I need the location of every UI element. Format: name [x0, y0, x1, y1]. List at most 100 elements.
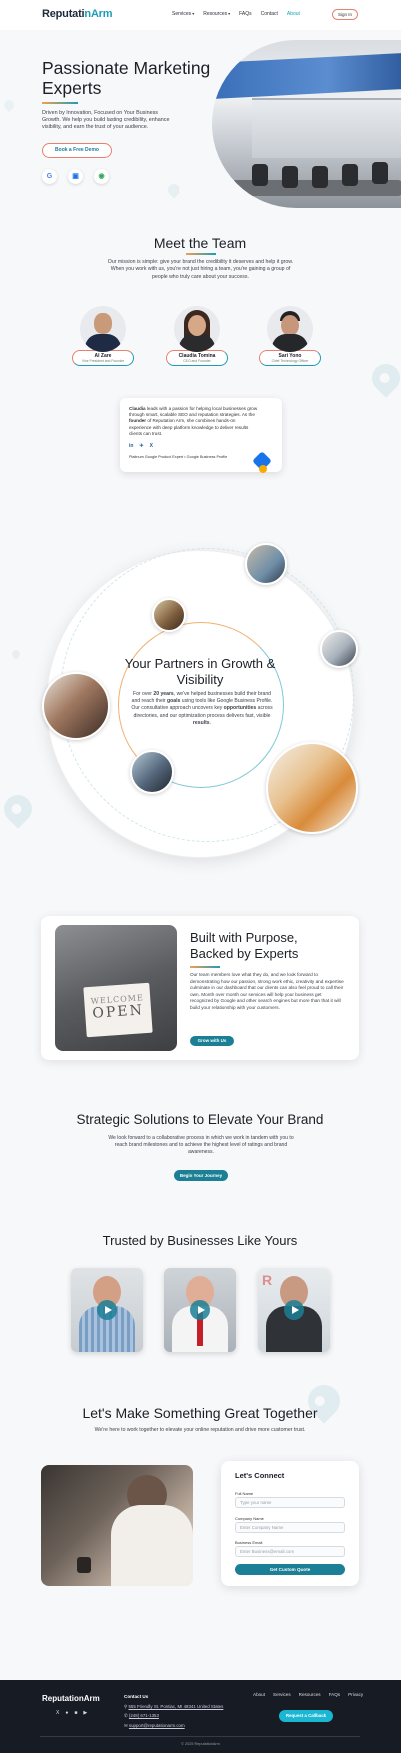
request-callback-button[interactable]: Request a Callback — [279, 1710, 333, 1722]
testimonial-video[interactable] — [164, 1268, 236, 1352]
footer-link-privacy[interactable]: Privacy — [348, 1692, 363, 1697]
partner-photo-bubble — [266, 742, 358, 834]
purpose-divider — [190, 966, 220, 968]
chevron-down-icon: ▾ — [228, 11, 231, 16]
form-title: Let's Connect — [235, 1471, 285, 1480]
purpose-text: Our team members love what they do, and … — [190, 972, 344, 1010]
footer-link-about[interactable]: About — [253, 1692, 265, 1697]
partner-photo-bubble — [130, 750, 174, 794]
partners-description: For over 20 years, we've helped business… — [131, 691, 273, 726]
book-demo-button[interactable]: Book a Free Demo — [42, 143, 112, 158]
map-pin-decoration — [1, 97, 17, 113]
google-icon: G — [42, 169, 57, 184]
bluesky-icon[interactable]: ✈ — [139, 443, 143, 449]
avatar — [267, 306, 313, 352]
footer-email[interactable]: support@reputationarm.com — [129, 1723, 185, 1728]
begin-journey-button[interactable]: Begin Your Journey — [174, 1170, 228, 1181]
team-member-card[interactable]: Sari Yono Chief Technology Officer — [259, 306, 321, 366]
strategic-title: Strategic Solutions to Elevate Your Bran… — [76, 1112, 324, 1127]
member-name: Claudia Tomina — [178, 353, 216, 359]
member-bio-card: Claudia leads with a passion for helping… — [120, 398, 282, 473]
team-divider — [186, 253, 216, 255]
play-icon[interactable] — [284, 1300, 304, 1320]
sign-in-button[interactable]: Sign In — [332, 9, 358, 20]
meeting-image — [41, 1465, 193, 1586]
linkedin-icon[interactable]: ■ — [74, 1710, 77, 1716]
footer-link-services[interactable]: Services — [273, 1692, 291, 1697]
bio-text: Claudia leads with a passion for helping… — [129, 406, 258, 436]
partners-title: Your Partners in Growth & Visibility — [124, 656, 276, 687]
nav-menu: Services ▾ Resources ▾ FAQs Contact About — [172, 11, 300, 17]
footer-contact-heading: Contact Us — [124, 1694, 149, 1699]
footer-link-faqs[interactable]: FAQs — [329, 1692, 341, 1697]
team-description: Our mission is simple: give your brand t… — [107, 259, 294, 280]
play-icon[interactable] — [97, 1300, 117, 1320]
full-name-label: Full Name — [235, 1491, 254, 1496]
business-email-label: Business Email — [235, 1540, 263, 1545]
hero-title: Passionate Marketing Experts — [42, 58, 211, 98]
nav-link-resources[interactable]: Resources — [203, 11, 227, 17]
x-icon[interactable]: X — [150, 443, 153, 449]
avatar — [80, 306, 126, 352]
footer: ReputationArm X ● ■ ▶ Contact Us ⚲ 555 F… — [0, 1680, 401, 1753]
partner-photo-bubble — [42, 672, 110, 740]
company-name-label: Company Name — [235, 1516, 264, 1521]
partner-photo-bubble — [152, 598, 186, 632]
testimonial-video[interactable]: R — [258, 1268, 330, 1352]
footer-address[interactable]: 555 Friendly St. Pontiac, MI 48341 Unite… — [128, 1704, 223, 1709]
testimonial-video[interactable] — [71, 1268, 143, 1352]
full-name-input[interactable]: Type your name — [235, 1497, 345, 1508]
contact-title: Let's Make Something Great Together — [82, 1405, 318, 1421]
footer-contact: Contact Us ⚲ 555 Friendly St. Pontiac, M… — [124, 1692, 223, 1730]
map-pin-decoration — [366, 358, 401, 398]
grow-with-us-button[interactable]: Grow with Us — [190, 1036, 234, 1046]
nav-link-faqs[interactable]: FAQs — [239, 11, 252, 17]
chevron-down-icon: ▾ — [192, 11, 195, 16]
footer-phone[interactable]: (248) 671-1353 — [129, 1713, 159, 1718]
open-sign-image: WELCOME OPEN — [55, 925, 177, 1051]
top-navbar: ReputatinArm Services ▾ Resources ▾ FAQs C… — [0, 0, 401, 30]
footer-link-resources[interactable]: Resources — [299, 1692, 321, 1697]
hero-office-image — [212, 40, 401, 208]
avatar — [174, 306, 220, 352]
bio-socials: in ✈ X — [129, 443, 153, 449]
bio-credential: Platinum Google Product Expert • Google … — [129, 455, 228, 459]
purpose-title: Built with Purpose, Backed by Experts — [190, 930, 299, 961]
facebook-icon[interactable]: ● — [65, 1710, 68, 1716]
nav-link-contact[interactable]: Contact — [261, 11, 278, 17]
map-pin-decoration — [0, 789, 38, 829]
member-role: CEO and Founder — [183, 359, 211, 363]
business-email-input[interactable]: Enter Business@email.com — [235, 1546, 345, 1557]
footer-links: About Services Resources FAQs Privacy — [253, 1692, 363, 1697]
partner-photo-bubble — [245, 543, 287, 585]
partner-photo-bubble — [320, 630, 358, 668]
contact-form: Let's Connect Full Name Type your name C… — [221, 1461, 359, 1586]
company-name-input[interactable]: Enter Company Name — [235, 1522, 345, 1533]
member-role: Chief Technology Officer — [271, 359, 309, 363]
google-maps-icon: ◉ — [94, 169, 109, 184]
hero-divider — [42, 102, 78, 104]
member-name: Sari Yono — [278, 353, 302, 359]
site-logo[interactable]: ReputatinArm — [42, 8, 113, 20]
nav-link-about[interactable]: About — [287, 11, 300, 17]
strategic-description: We look forward to a collaborative proce… — [108, 1135, 294, 1155]
get-custom-quote-button[interactable]: Get Custom Quote — [235, 1564, 345, 1575]
trusted-title: Trusted by Businesses Like Yours — [102, 1233, 298, 1248]
google-business-icon: ▣ — [68, 169, 83, 184]
team-section-title: Meet the Team — [153, 235, 247, 251]
hero-description: Driven by Innovation, Focused on Your Bu… — [42, 110, 170, 131]
map-pin-decoration — [10, 648, 22, 660]
x-icon[interactable]: X — [56, 1710, 59, 1716]
map-pin-decoration — [165, 181, 183, 199]
linkedin-icon[interactable]: in — [129, 443, 133, 449]
hero-platform-icons: G ▣ ◉ — [42, 169, 109, 184]
team-member-card[interactable]: Claudia Tomina CEO and Founder — [166, 306, 228, 366]
team-member-card[interactable]: Al Zare Vice President and Founder — [72, 306, 134, 366]
copyright: © 2025 ReputationArm — [181, 1742, 220, 1746]
contact-description: We're here to work together to elevate y… — [94, 1427, 306, 1433]
badge-medal-icon — [259, 465, 267, 473]
play-icon[interactable] — [190, 1300, 210, 1320]
nav-link-services[interactable]: Services — [172, 11, 191, 17]
youtube-icon[interactable]: ▶ — [83, 1710, 87, 1716]
footer-logo[interactable]: ReputationArm — [42, 1694, 100, 1703]
